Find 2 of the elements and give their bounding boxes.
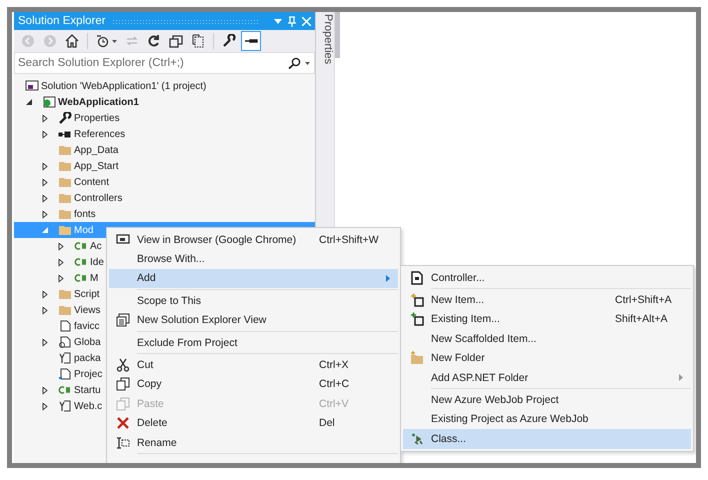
panel-title: Solution Explorer bbox=[18, 15, 106, 27]
tree-item-label: Mod bbox=[74, 224, 94, 236]
